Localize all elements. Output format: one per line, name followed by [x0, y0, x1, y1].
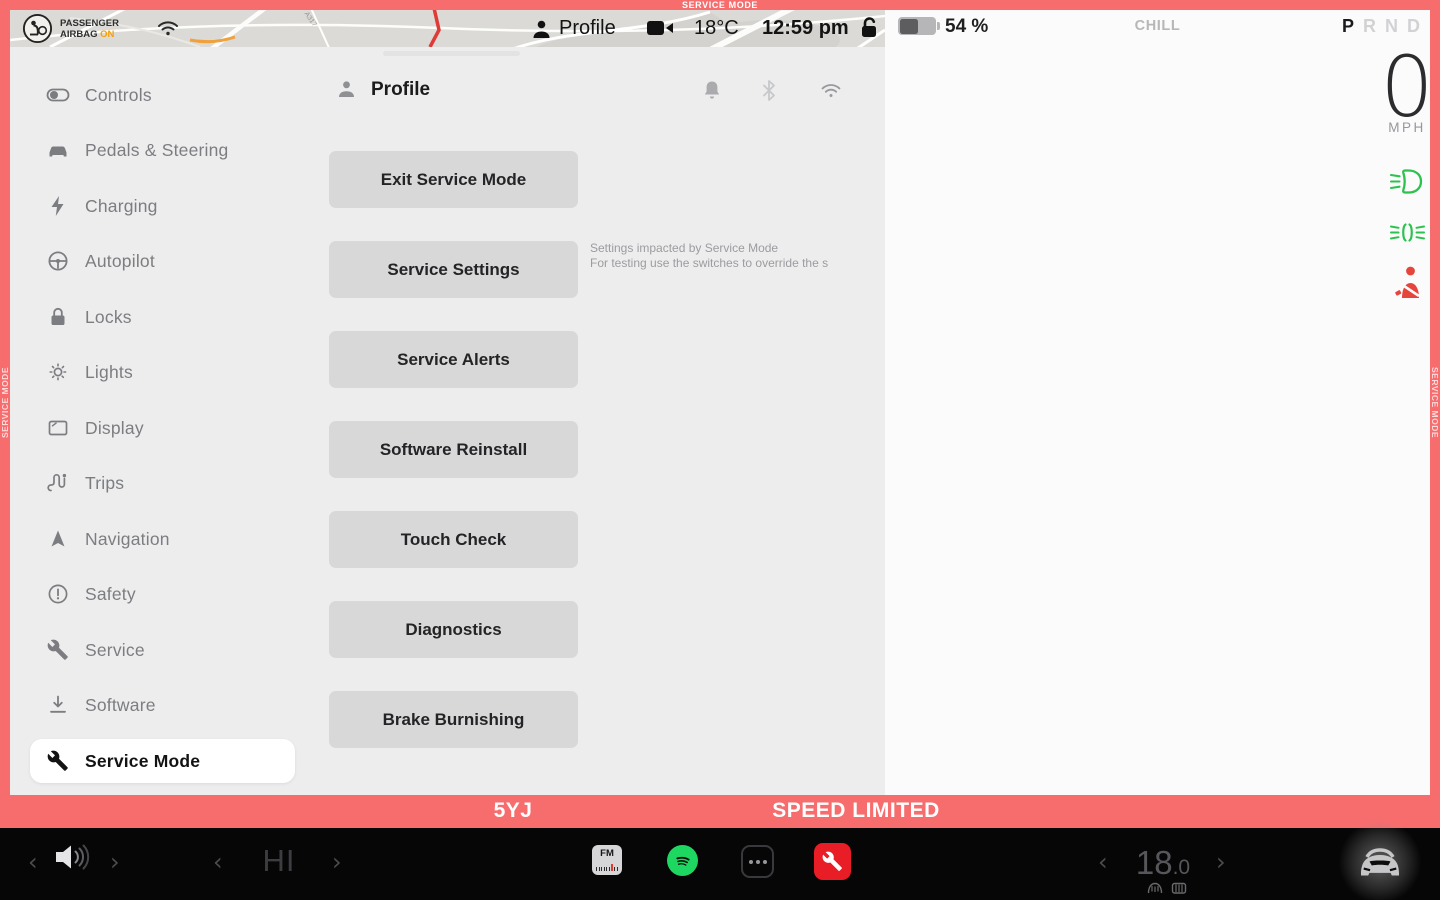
sidebar-item-controls[interactable]: Controls — [30, 73, 295, 117]
gear-n: N — [1385, 16, 1398, 37]
diagnostics-button[interactable]: Diagnostics — [329, 601, 578, 658]
volume-speaker-icon[interactable] — [52, 841, 98, 873]
outside-temperature[interactable]: 18°C — [694, 17, 739, 40]
clock: 12:59 pm — [762, 17, 849, 40]
wrench-icon — [46, 638, 70, 662]
profile-person-icon — [532, 19, 551, 39]
sidebar-item-locks[interactable]: Locks — [30, 295, 295, 339]
temp-down-chevron[interactable]: ‹ — [1098, 850, 1108, 874]
settings-panel: Profile Exit Service Mode Service Settin… — [10, 47, 885, 795]
sidebar-item-pedals-steering[interactable]: Pedals & Steering — [30, 128, 295, 172]
sidebar-item-service-mode[interactable]: Service Mode — [30, 739, 295, 783]
sidebar-item-display[interactable]: Display — [30, 406, 295, 450]
map-background — [10, 10, 885, 47]
gear-indicator: P R N D — [1342, 16, 1420, 37]
bluetooth-icon[interactable] — [762, 79, 776, 102]
fm-radio-app-icon[interactable]: FM — [592, 845, 622, 875]
car-front-icon — [1356, 845, 1404, 879]
front-defrost-icon — [1146, 881, 1164, 894]
vin-text: 5YJ — [443, 799, 583, 823]
car-icon — [46, 138, 70, 162]
sidebar-item-software[interactable]: Software — [30, 683, 295, 727]
gear-r: R — [1363, 16, 1376, 37]
gear-p: P — [1342, 16, 1354, 37]
notifications-bell-icon[interactable] — [702, 80, 722, 102]
sidebar-item-service[interactable]: Service — [30, 628, 295, 672]
brake-burnishing-button[interactable]: Brake Burnishing — [329, 691, 578, 748]
temp-up-chevron[interactable]: › — [1216, 850, 1226, 874]
passenger-airbag-indicator: PASSENGER AIRBAG ON — [22, 13, 119, 44]
service-app-icon[interactable] — [814, 843, 851, 880]
airbag-icon — [22, 13, 53, 44]
sidebar-item-trips[interactable]: Trips — [30, 461, 295, 505]
wrench-icon — [46, 749, 70, 773]
low-beam-headlight-indicator — [1373, 167, 1440, 196]
more-apps-icon[interactable] — [741, 845, 774, 878]
media-next-chevron[interactable]: › — [332, 850, 342, 874]
steering-wheel-icon — [46, 249, 70, 273]
software-reinstall-button[interactable]: Software Reinstall — [329, 421, 578, 478]
toggle-icon — [46, 83, 70, 107]
volume-up-chevron[interactable]: › — [110, 850, 120, 874]
route-icon — [46, 471, 70, 495]
defrost-indicators — [1146, 881, 1188, 894]
navigation-arrow-icon — [46, 527, 70, 551]
rear-defrost-icon — [1170, 881, 1188, 894]
sidebar-item-lights[interactable]: Lights — [30, 350, 295, 394]
exit-service-mode-button[interactable]: Exit Service Mode — [329, 151, 578, 208]
download-icon — [46, 693, 70, 717]
service-mode-banner-left: SERVICE MODE — [0, 10, 10, 795]
service-settings-note: Settings impacted by Service Mode For te… — [590, 241, 842, 270]
service-alerts-button[interactable]: Service Alerts — [329, 331, 578, 388]
parking-lights-indicator — [1373, 220, 1440, 245]
driver-profile-button[interactable]: Profile — [532, 10, 616, 47]
wifi-icon[interactable] — [820, 82, 842, 99]
spotify-app-icon[interactable] — [667, 845, 698, 876]
brightness-icon — [46, 360, 70, 384]
sidebar-item-navigation[interactable]: Navigation — [30, 517, 295, 561]
sidebar-item-charging[interactable]: Charging — [30, 184, 295, 228]
speed-limited-text: SPEED LIMITED — [726, 799, 986, 823]
scroll-handle[interactable] — [383, 51, 520, 56]
speed-unit: MPH — [1347, 120, 1440, 135]
airbag-state: ON — [100, 29, 114, 40]
display-icon — [46, 416, 70, 440]
instrument-cluster: 54 % CHILL P R N D 0 MPH — [885, 10, 1430, 795]
airbag-label: PASSENGER AIRBAG ON — [60, 18, 119, 40]
fm-tuner-bars — [596, 864, 618, 871]
profile-header-icon — [338, 80, 355, 98]
unlock-icon[interactable] — [858, 16, 879, 40]
profile-header: Profile — [338, 75, 848, 107]
media-display: HI — [244, 843, 314, 879]
volume-down-chevron[interactable]: ‹ — [28, 850, 38, 874]
dashcam-icon[interactable] — [646, 19, 674, 37]
service-mode-screen: SERVICE MODE SERVICE MODE SERVICE MODE 5… — [0, 0, 1440, 900]
media-prev-chevron[interactable]: ‹ — [213, 850, 223, 874]
lightning-bolt-icon — [46, 194, 70, 218]
vehicle-status-button[interactable] — [1337, 819, 1423, 900]
lock-icon — [46, 305, 70, 329]
alert-circle-icon — [46, 582, 70, 606]
map-status-bar: A317 PASSENGER AIRBAG ON — [10, 10, 885, 47]
sidebar-item-autopilot[interactable]: Autopilot — [30, 239, 295, 283]
gear-d: D — [1407, 16, 1420, 37]
cabin-temperature[interactable]: 18.0 — [1120, 844, 1206, 882]
profile-title: Profile — [371, 79, 430, 101]
service-settings-button[interactable]: Service Settings — [329, 241, 578, 298]
seatbelt-warning-indicator — [1373, 265, 1440, 302]
speed-limited-band: 5YJ SPEED LIMITED — [0, 795, 1440, 828]
touch-check-button[interactable]: Touch Check — [329, 511, 578, 568]
sidebar-item-safety[interactable]: Safety — [30, 572, 295, 616]
wifi-status-icon[interactable] — [156, 19, 180, 37]
bottom-dock: ‹ › ‹ HI › FM ‹ — [0, 828, 1440, 900]
